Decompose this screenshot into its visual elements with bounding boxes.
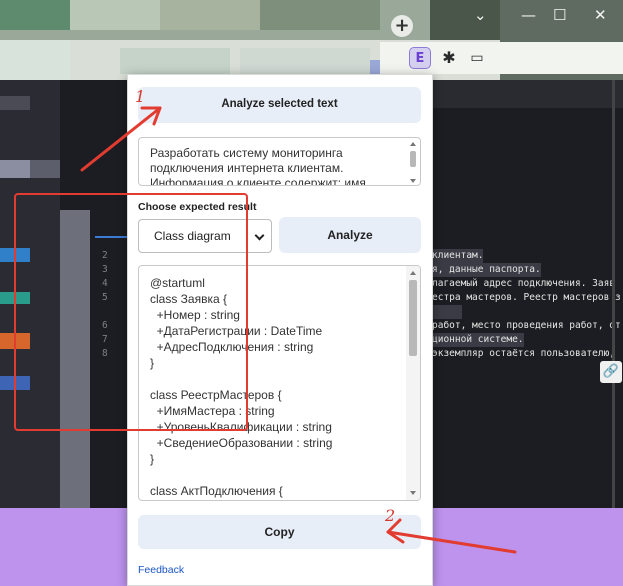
maximize-button[interactable]: ☐ — [553, 6, 566, 24]
input-textarea[interactable]: Разработать систему мониторинга подключе… — [138, 137, 421, 186]
link-icon[interactable]: 🔗 — [600, 361, 622, 383]
input-scrollbar[interactable] — [407, 139, 419, 185]
code-line: клиентам. — [432, 249, 484, 263]
new-tab-button[interactable]: + — [391, 15, 413, 37]
minimize-button[interactable]: — — [521, 6, 536, 24]
code-line: экземпляр остаётся пользователю, — [432, 348, 616, 359]
code-line — [432, 305, 462, 319]
blurred-block — [0, 40, 70, 80]
blurred-block — [160, 0, 260, 30]
blurred-tile — [30, 160, 60, 178]
scroll-thumb[interactable] — [410, 151, 416, 167]
extension-active-icon[interactable]: E — [409, 47, 431, 69]
scroll-thumb[interactable] — [409, 280, 417, 356]
blurred-block — [240, 48, 370, 74]
chevron-down-icon — [254, 230, 265, 241]
blurred-tile — [0, 96, 30, 110]
blurred-block — [260, 0, 380, 30]
analyze-selected-text-button[interactable]: Analyze selected text — [138, 87, 421, 123]
output-scrollbar[interactable] — [406, 266, 420, 500]
annotation-number-2: 2 — [385, 506, 396, 525]
code-line: ционной системе. — [432, 333, 524, 347]
code-line: естра мастеров. Реестр мастеров з — [432, 292, 621, 303]
editor-header-blurred — [430, 80, 623, 108]
output-highlight-annotation — [14, 193, 248, 431]
blurred-block — [70, 0, 160, 30]
scroll-down-icon[interactable] — [410, 491, 416, 495]
blurred-block — [120, 48, 230, 74]
code-line: работ, место проведения работ, от — [432, 320, 621, 331]
scroll-up-icon[interactable] — [410, 142, 416, 146]
blurred-block — [0, 0, 70, 30]
code-line: лагаемый адрес подключения. Заяв — [432, 278, 616, 289]
analyze-button[interactable]: Analyze — [279, 217, 421, 253]
annotation-number-1: 1 — [135, 87, 146, 106]
puzzle-icon[interactable]: ✱ — [438, 47, 460, 69]
sidebar-icon[interactable]: ▭ — [466, 47, 488, 69]
copy-button[interactable]: Copy — [138, 515, 421, 549]
feedback-link[interactable]: Feedback — [138, 563, 184, 577]
code-line: я, данные паспорта. — [432, 263, 541, 277]
collapse-icon[interactable]: ⌄ — [474, 6, 487, 24]
blurred-block — [370, 60, 380, 74]
scroll-up-icon[interactable] — [410, 271, 416, 275]
editor-scrollbar[interactable] — [612, 80, 615, 508]
input-text: Разработать систему мониторинга подключе… — [150, 146, 366, 186]
scroll-down-icon[interactable] — [410, 179, 416, 183]
blurred-tile — [0, 160, 30, 178]
close-button[interactable]: ✕ — [594, 6, 607, 24]
